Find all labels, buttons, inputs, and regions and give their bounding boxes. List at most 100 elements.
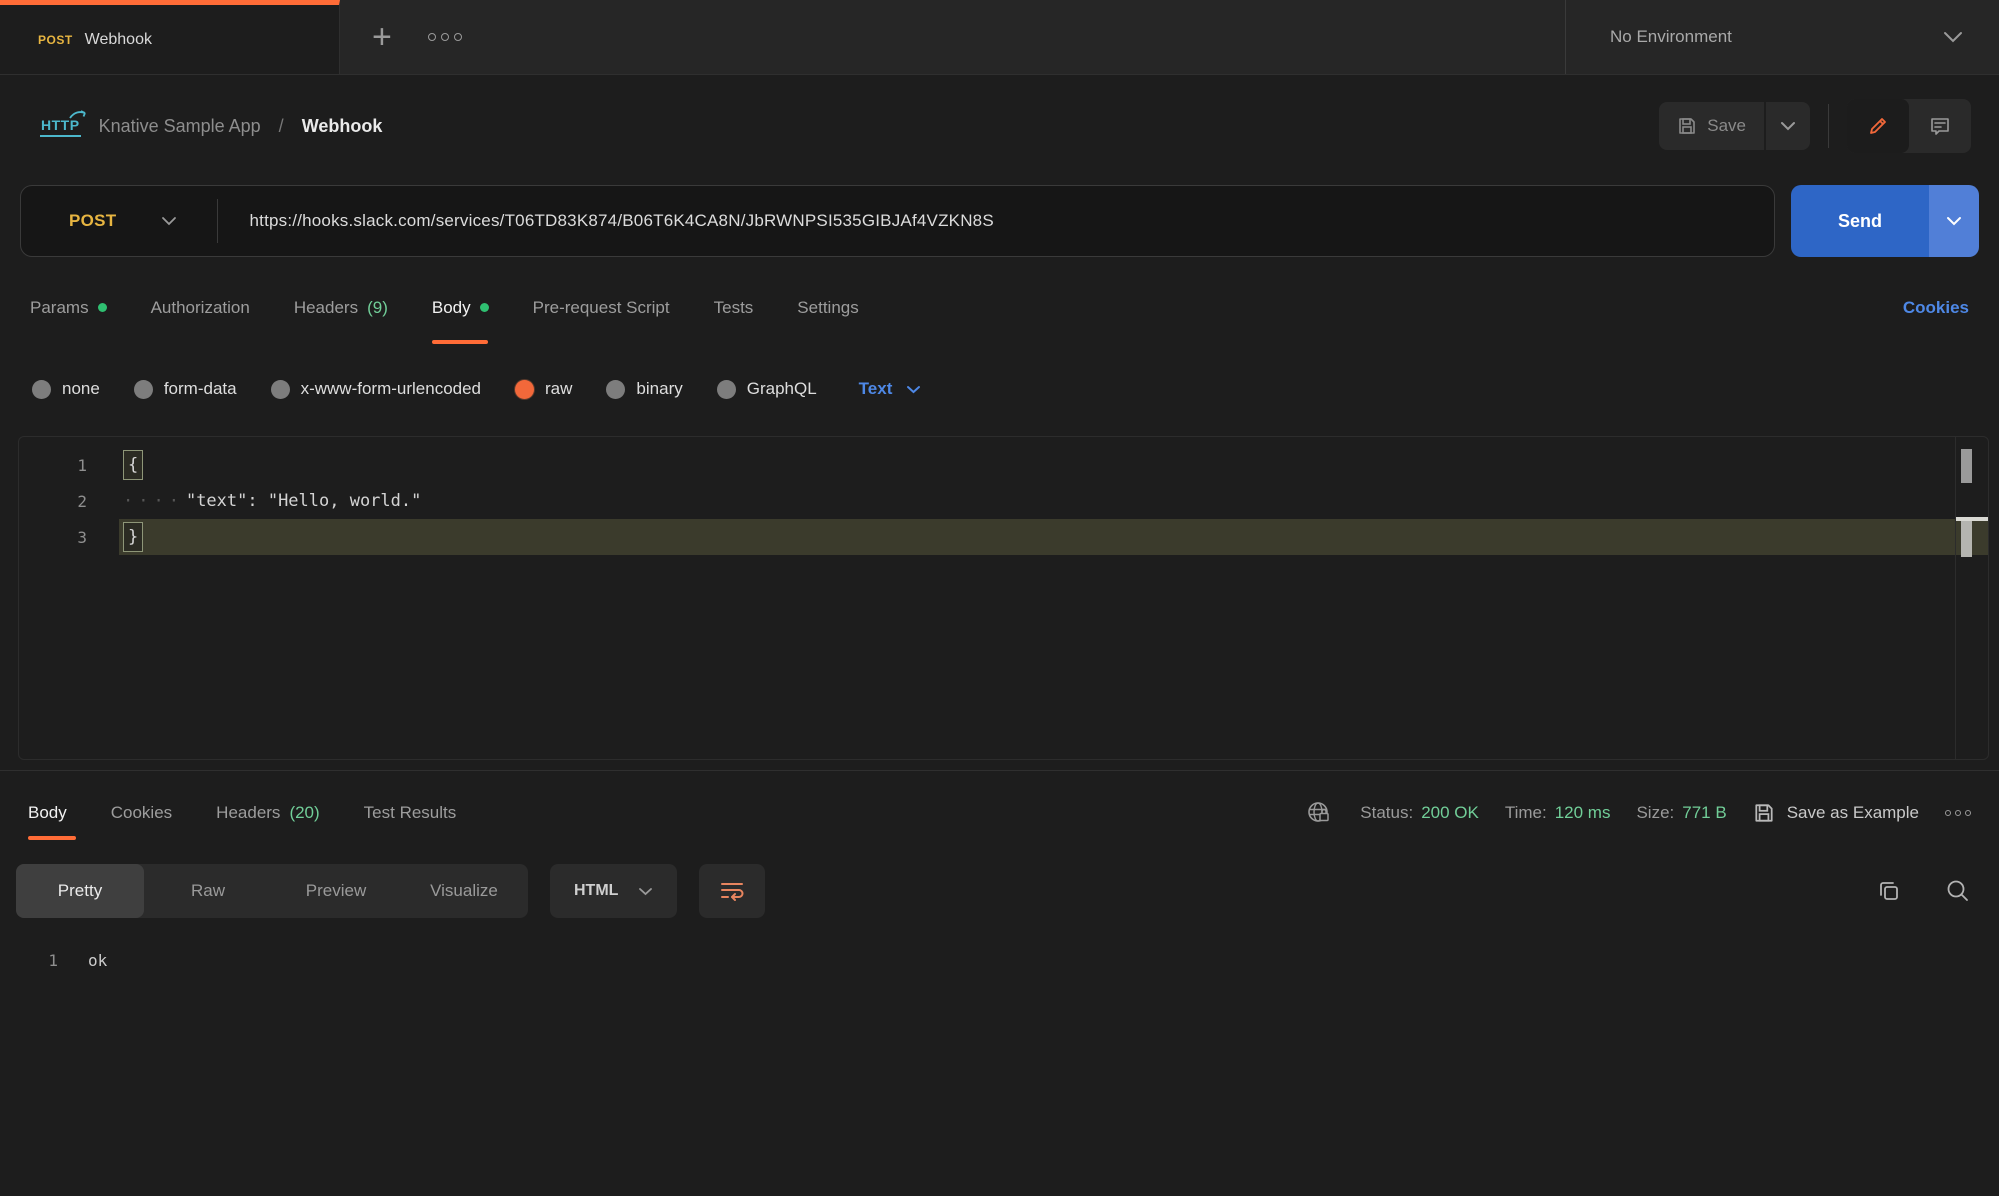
chevron-down-icon: [1780, 121, 1796, 131]
ruler-marker: [1961, 449, 1972, 483]
line-number: 3: [19, 528, 119, 547]
tab-tests[interactable]: Tests: [714, 265, 754, 350]
chevron-down-icon: [906, 385, 921, 394]
comments-button[interactable]: [1909, 99, 1971, 153]
more-icon: [428, 33, 436, 41]
wrap-lines-button[interactable]: [699, 864, 765, 918]
edit-mode-button[interactable]: [1847, 99, 1909, 153]
new-tab-button[interactable]: +: [372, 20, 392, 54]
wrap-text-icon: [719, 879, 745, 903]
tab-settings[interactable]: Settings: [797, 265, 858, 350]
body-active-dot: [480, 303, 489, 312]
toolbar-divider: [1828, 104, 1829, 148]
copy-button[interactable]: [1877, 879, 1901, 903]
status-value: 200 OK: [1421, 803, 1479, 823]
chevron-down-icon: [161, 216, 177, 226]
response-tab-headers[interactable]: Headers (20): [216, 771, 320, 855]
response-tabs: Body Cookies Headers (20) Test Results: [28, 771, 456, 855]
cookies-link[interactable]: Cookies: [1903, 298, 1969, 318]
radio-none[interactable]: none: [32, 379, 100, 399]
environment-label: No Environment: [1610, 27, 1732, 47]
pencil-icon: [1867, 115, 1889, 137]
network-globe-lock-icon[interactable]: [1304, 798, 1334, 828]
toolbar-actions: Save: [1659, 99, 1971, 153]
url-bar-divider: [217, 199, 218, 243]
search-icon: [1945, 878, 1971, 904]
response-tools: [1877, 878, 1971, 904]
response-tab-test-results[interactable]: Test Results: [364, 771, 457, 855]
response-tab-cookies[interactable]: Cookies: [111, 771, 172, 855]
response-body[interactable]: 1 ok: [0, 927, 1999, 1196]
tab-params[interactable]: Params: [30, 265, 107, 350]
params-active-dot: [98, 303, 107, 312]
response-time: Time: 120 ms: [1505, 803, 1611, 823]
line-number: 1: [19, 456, 119, 475]
radio-icon: [32, 380, 51, 399]
request-tab-webhook[interactable]: POST Webhook: [0, 0, 340, 74]
method-dropdown[interactable]: POST: [47, 211, 177, 231]
response-tab-body[interactable]: Body: [28, 771, 67, 855]
response-format-label: HTML: [574, 882, 618, 900]
response-format-dropdown[interactable]: HTML: [550, 864, 677, 918]
tab-headers[interactable]: Headers (9): [294, 265, 388, 350]
view-visualize[interactable]: Visualize: [400, 864, 528, 918]
response-options-button[interactable]: [1945, 810, 1971, 816]
view-pretty[interactable]: Pretty: [16, 864, 144, 918]
radio-x-www-form-urlencoded[interactable]: x-www-form-urlencoded: [271, 379, 481, 399]
save-icon: [1677, 116, 1697, 136]
tab-options-button[interactable]: [428, 33, 462, 41]
edit-comment-toggle: [1847, 99, 1971, 153]
breadcrumb: HTTP Knative Sample App / Webhook: [40, 116, 1659, 137]
send-options-button[interactable]: [1929, 185, 1979, 257]
save-button[interactable]: Save: [1659, 102, 1764, 150]
save-as-example-button[interactable]: Save as Example: [1753, 802, 1919, 824]
breadcrumb-separator: /: [279, 116, 284, 137]
radio-icon: [134, 380, 153, 399]
editor-line-2: 2 ···· "text": "Hello, world.": [19, 483, 1988, 519]
size-value: 771 B: [1682, 803, 1726, 823]
environment-selector[interactable]: No Environment: [1565, 0, 1999, 74]
active-tab-underline: [28, 836, 76, 840]
chevron-down-icon: [638, 887, 653, 896]
save-options-button[interactable]: [1766, 102, 1810, 150]
view-raw[interactable]: Raw: [144, 864, 272, 918]
radio-icon: [271, 380, 290, 399]
line-number: 2: [19, 492, 119, 511]
tab-body[interactable]: Body: [432, 265, 489, 350]
line-number: 1: [0, 951, 88, 970]
response-status: Status: 200 OK: [1360, 803, 1479, 823]
breadcrumb-request-name[interactable]: Webhook: [302, 116, 383, 137]
editor-box[interactable]: 1 { 2 ···· "text": "Hello, world." 3 }: [18, 436, 1989, 760]
radio-binary[interactable]: binary: [606, 379, 682, 399]
radio-form-data[interactable]: form-data: [134, 379, 237, 399]
view-preview[interactable]: Preview: [272, 864, 400, 918]
chevron-down-icon: [1946, 216, 1962, 226]
chevron-down-icon: [1943, 31, 1963, 43]
raw-format-dropdown[interactable]: Text: [859, 379, 922, 399]
send-button[interactable]: Send: [1791, 185, 1929, 257]
radio-graphql[interactable]: GraphQL: [717, 379, 817, 399]
matched-bracket: }: [123, 522, 143, 552]
search-response-button[interactable]: [1945, 878, 1971, 904]
more-icon: [1945, 810, 1951, 816]
tab-authorization[interactable]: Authorization: [151, 265, 250, 350]
breadcrumb-collection[interactable]: Knative Sample App: [99, 116, 261, 137]
url-bar: POST https://hooks.slack.com/services/T0…: [20, 185, 1775, 257]
method-label: POST: [69, 211, 117, 231]
send-button-label: Send: [1838, 211, 1882, 232]
radio-icon: [717, 380, 736, 399]
tab-pre-request-script[interactable]: Pre-request Script: [533, 265, 670, 350]
http-request-icon: HTTP: [40, 116, 81, 137]
radio-raw[interactable]: raw: [515, 379, 572, 399]
time-value: 120 ms: [1555, 803, 1611, 823]
response-view-toolbar: Pretty Raw Preview Visualize HTML: [0, 855, 1999, 927]
comment-icon: [1929, 115, 1951, 137]
editor-line-1: 1 {: [19, 447, 1988, 483]
tab-title: Webhook: [85, 31, 152, 49]
response-view-switcher: Pretty Raw Preview Visualize: [16, 864, 528, 918]
tab-actions: +: [340, 0, 1565, 74]
response-meta: Status: 200 OK Time: 120 ms Size: 771 B …: [456, 798, 1971, 828]
request-tabs: Params Authorization Headers (9) Body Pr…: [0, 265, 1999, 350]
url-input[interactable]: https://hooks.slack.com/services/T06TD83…: [250, 211, 1749, 231]
tab-bar: POST Webhook + No Environment: [0, 0, 1999, 75]
